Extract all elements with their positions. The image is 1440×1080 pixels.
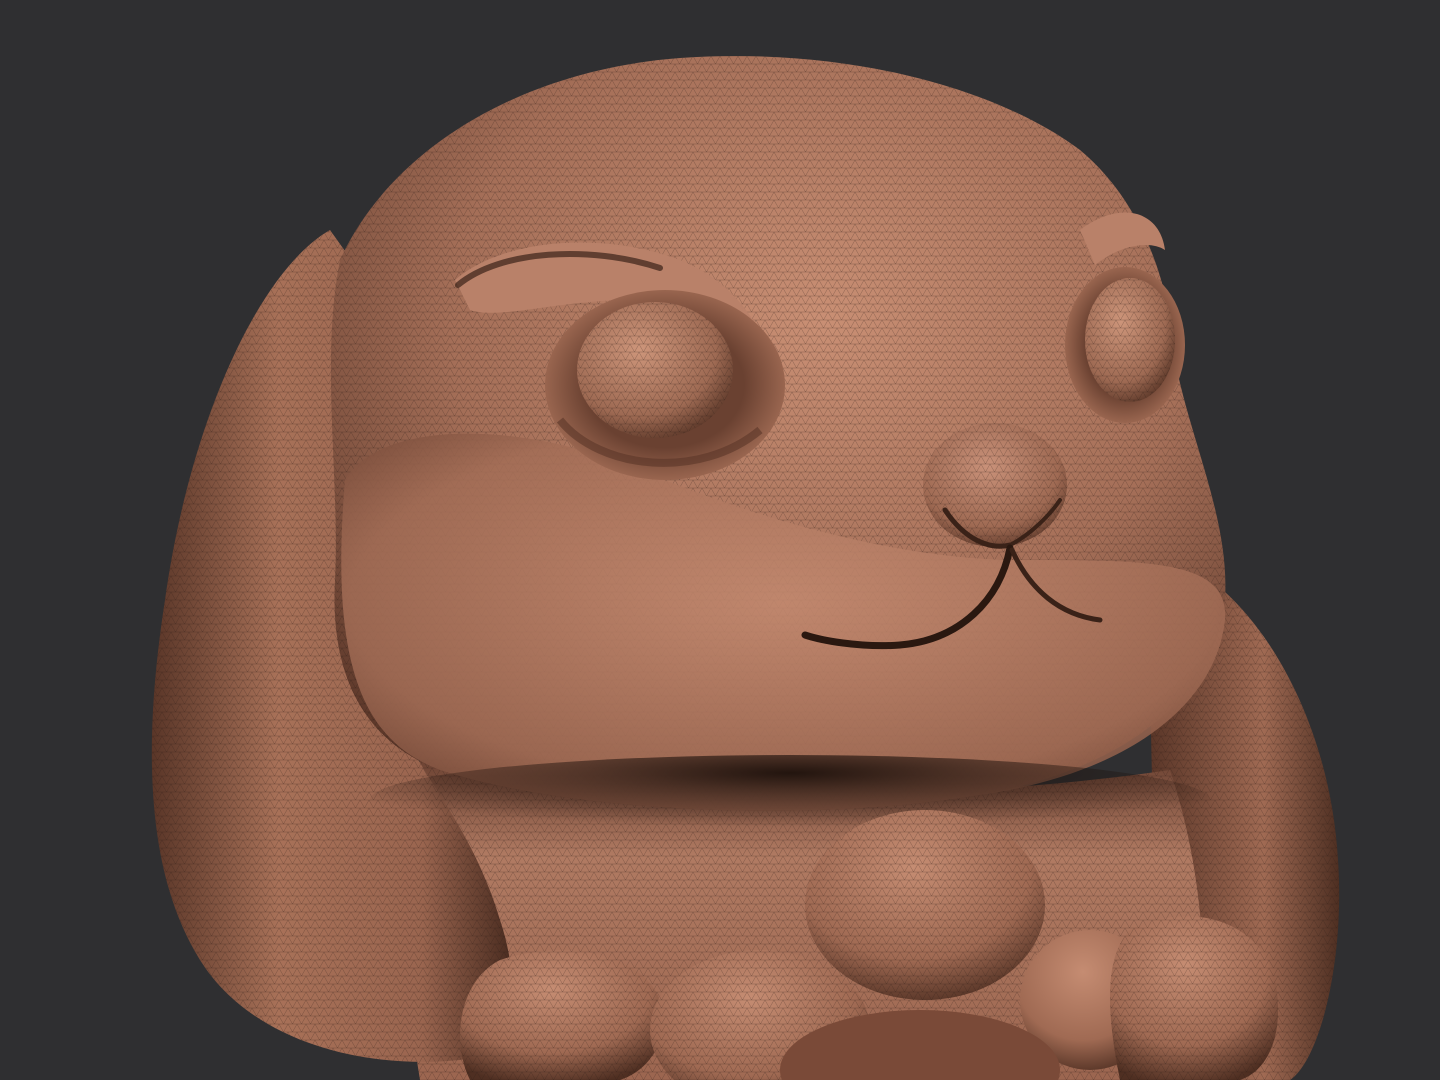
- 3d-viewport[interactable]: [0, 0, 1440, 1080]
- nose: [923, 423, 1067, 549]
- left-paw: [460, 950, 663, 1080]
- left-eye: [545, 290, 785, 480]
- chin-shadow: [370, 755, 1210, 845]
- viewport-canvas[interactable]: [0, 0, 1440, 1080]
- right-eye: [1065, 267, 1185, 423]
